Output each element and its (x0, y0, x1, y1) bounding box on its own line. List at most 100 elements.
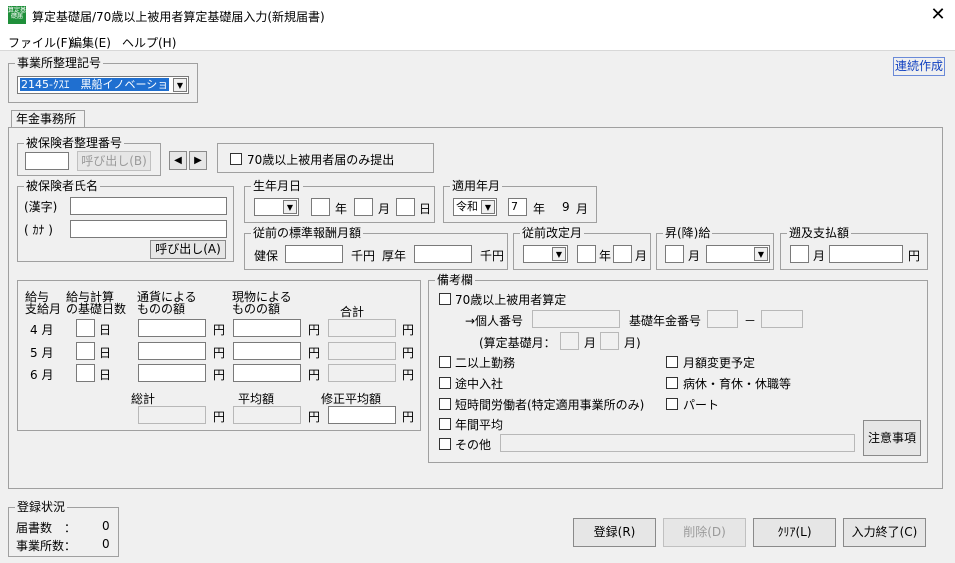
menu-file[interactable]: ファイル(F) (8, 34, 72, 51)
prev-revision-year-input[interactable] (577, 245, 596, 263)
apply-era-select[interactable]: 令和 ▼ (453, 198, 497, 216)
birth-month-unit: 月 (378, 202, 391, 216)
month-row-label: 6 月 (30, 368, 54, 382)
month-row-label: 5 月 (30, 346, 54, 360)
total-header: 合計 (340, 305, 365, 319)
calc-month-b-field (600, 332, 619, 350)
calc-month-b-unit: 月) (624, 336, 641, 350)
prev-revision-era-select[interactable]: ▼ (523, 245, 568, 263)
other-checkbox[interactable] (439, 438, 451, 450)
delete-button[interactable]: 削除(D) (663, 518, 746, 547)
adj-avg-input[interactable] (328, 406, 396, 424)
register-button[interactable]: 登録(R) (573, 518, 656, 547)
chevron-down-icon[interactable]: ▼ (754, 247, 768, 261)
apply-year-unit: 年 (533, 202, 546, 216)
raise-type-select[interactable]: ▼ (706, 245, 770, 263)
yen-unit: 円 (308, 346, 321, 360)
continuous-create-button[interactable]: 連続作成 (893, 57, 945, 76)
chevron-down-icon[interactable]: ▼ (552, 247, 566, 261)
pension-salary-input[interactable] (414, 245, 472, 263)
insured-call-button[interactable]: 呼び出し(B) (77, 151, 151, 171)
apply-month-unit: 月 (576, 202, 589, 216)
yen-unit: 円 (213, 368, 226, 382)
birth-year-input[interactable] (311, 198, 330, 216)
health-salary-input[interactable] (285, 245, 343, 263)
chevron-down-icon[interactable]: ▼ (481, 200, 495, 214)
leave-checkbox[interactable] (666, 377, 678, 389)
retro-label: 遡及支払額 (787, 226, 852, 240)
insured-no-label: 被保険者整理番号 (24, 136, 125, 150)
day-unit: 日 (99, 346, 112, 360)
basic-pension-label: 基礎年金番号 (629, 314, 702, 328)
apply-year-input[interactable]: 7 (508, 198, 527, 216)
kind-input[interactable] (233, 319, 301, 337)
prev-revision-group: 従前改定月 ▼ 年 月 (513, 226, 651, 270)
office-select[interactable]: 2145-ｸｽｴ 黒船イノベーショ ▼ (17, 76, 189, 94)
prev-salary-group: 従前の標準報酬月額 健保 千円 厚年 千円 (244, 226, 508, 270)
chevron-down-icon[interactable]: ▼ (173, 78, 187, 92)
next-button[interactable]: ▶ (189, 151, 207, 170)
month-row-label: 4 月 (30, 323, 54, 337)
days-input[interactable] (76, 364, 95, 382)
kind-input[interactable] (233, 342, 301, 360)
tab-pension-office[interactable]: 年金事務所 (11, 110, 85, 128)
days-input[interactable] (76, 319, 95, 337)
raise-label: 昇(降)給 (663, 226, 713, 240)
kind-header: 現物による ものの額 (232, 290, 292, 316)
status-label: 登録状況 (15, 500, 68, 514)
short-time-checkbox[interactable] (439, 398, 451, 410)
kind-input[interactable] (233, 364, 301, 382)
salary-table-group: 給与 支給月 給与計算 の基礎日数 通貨による ものの額 現物による ものの額 … (17, 280, 421, 431)
close-icon[interactable]: ✕ (926, 4, 950, 26)
retro-month-unit: 月 (813, 249, 826, 263)
insured-no-input[interactable] (25, 152, 69, 170)
name-call-button[interactable]: 呼び出し(A) (150, 240, 226, 259)
over70-only-label: 70歳以上被用者届のみ提出 (247, 153, 395, 167)
multi-job-checkbox[interactable] (439, 356, 451, 368)
yen-unit: 円 (402, 368, 415, 382)
days-input[interactable] (76, 342, 95, 360)
menu-edit[interactable]: 編集(E) (70, 34, 111, 51)
raise-month-input[interactable] (665, 245, 684, 263)
pay-month-header: 給与 支給月 (25, 290, 62, 316)
prev-revision-month-input[interactable] (613, 245, 632, 263)
docs-count-label: 届書数 ： (16, 521, 77, 535)
over70-calc-checkbox[interactable] (439, 293, 451, 305)
basic-pension-field-1 (707, 310, 738, 328)
menu-help[interactable]: ヘルプ(H) (122, 34, 176, 51)
apply-group: 適用年月 令和 ▼ 7 年 9 月 (443, 179, 597, 223)
mid-join-checkbox[interactable] (439, 377, 451, 389)
pension-label: 厚年 (382, 249, 407, 263)
office-group: 事業所整理記号 2145-ｸｽｴ 黒船イノベーショ ▼ (8, 56, 198, 103)
currency-input[interactable] (138, 364, 206, 382)
yen-unit: 円 (308, 410, 321, 424)
status-group: 登録状況 届書数 ： 0 事業所数： 0 (8, 500, 119, 557)
part-checkbox[interactable] (666, 398, 678, 410)
finish-button[interactable]: 入力終了(C) (843, 518, 926, 547)
prev-button[interactable]: ◀ (169, 151, 187, 170)
title-bar: 算定基礎届 算定基礎届/70歳以上被用者算定基礎届入力(新規届書) ✕ (0, 0, 955, 31)
yen-unit: 円 (402, 410, 415, 424)
notes-button[interactable]: 注意事項 (863, 420, 921, 456)
retro-amount-input[interactable] (829, 245, 903, 263)
chevron-down-icon[interactable]: ▼ (283, 200, 297, 214)
over70-only-checkbox[interactable] (230, 153, 242, 165)
health-label: 健保 (254, 249, 279, 263)
total-field (328, 319, 396, 337)
name-kanji-input[interactable] (70, 197, 227, 215)
birth-era-select[interactable]: ▼ (254, 198, 299, 216)
name-kana-input[interactable] (70, 220, 227, 238)
currency-input[interactable] (138, 342, 206, 360)
birth-month-input[interactable] (354, 198, 373, 216)
retro-month-input[interactable] (790, 245, 809, 263)
annual-avg-checkbox[interactable] (439, 418, 451, 430)
other-text-field (500, 434, 855, 452)
basic-pension-field-2 (761, 310, 803, 328)
birth-day-unit: 日 (419, 202, 432, 216)
clear-button[interactable]: ｸﾘｱ(L) (753, 518, 836, 547)
monthly-change-checkbox[interactable] (666, 356, 678, 368)
birth-day-input[interactable] (396, 198, 415, 216)
offices-count-label: 事業所数： (16, 539, 77, 553)
currency-input[interactable] (138, 319, 206, 337)
total-field (328, 364, 396, 382)
